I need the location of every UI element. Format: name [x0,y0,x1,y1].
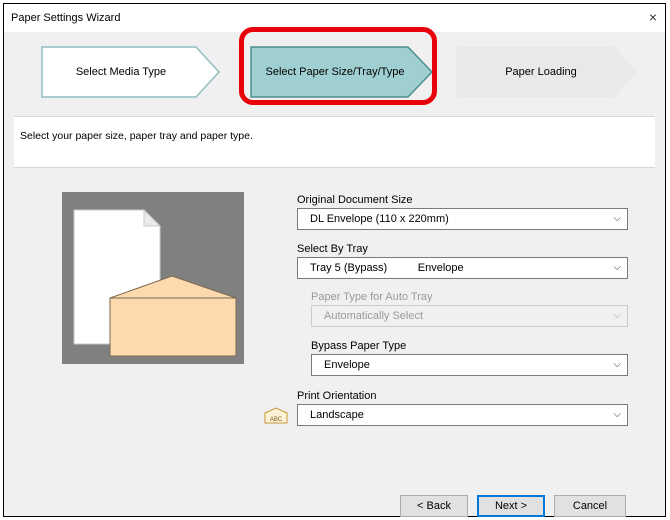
instruction-panel: Select your paper size, paper tray and p… [14,116,655,168]
select-by-tray-label: Select By Tray [297,243,368,255]
window-title: Paper Settings Wizard [11,12,121,24]
abc-icon-text: ABC [270,417,283,423]
annotation-highlight-box [239,27,437,105]
print-orientation-label: Print Orientation [297,390,377,402]
bypass-paper-type-value: Envelope [324,359,370,371]
print-orientation-value: Landscape [310,409,364,421]
step-label: Paper Loading [505,66,577,78]
paper-type-auto-dropdown: Automatically Select ⌵ [311,305,628,327]
back-button[interactable]: < Back [400,495,468,517]
original-size-dropdown[interactable]: DL Envelope (110 x 220mm) ⌵ [297,208,628,230]
step-select-media-type: Select Media Type [41,46,221,98]
wizard-window: Paper Settings Wizard × Select Media Typ… [3,3,666,517]
select-by-tray-value: Tray 5 (Bypass) Envelope [310,262,464,274]
chevron-down-icon: ⌵ [613,262,621,273]
select-by-tray-dropdown[interactable]: Tray 5 (Bypass) Envelope ⌵ [297,257,628,279]
envelope-preview-image [62,192,244,364]
envelope-illustration [73,208,237,357]
original-size-label: Original Document Size [297,194,413,206]
abc-landscape-icon: ABC [264,407,288,424]
step-label: Select Media Type [75,66,167,78]
close-icon[interactable]: × [649,9,657,25]
next-button[interactable]: Next > [477,495,545,517]
paper-type-auto-value: Automatically Select [324,310,424,322]
bypass-paper-type-dropdown[interactable]: Envelope ⌵ [311,354,628,376]
paper-type-auto-label: Paper Type for Auto Tray [311,291,433,303]
step-paper-loading: Paper Loading [456,46,638,98]
cancel-button[interactable]: Cancel [554,495,626,517]
bypass-paper-type-label: Bypass Paper Type [311,340,407,352]
instruction-text: Select your paper size, paper tray and p… [20,130,253,142]
chevron-down-icon: ⌵ [613,310,621,321]
original-size-value: DL Envelope (110 x 220mm) [310,213,449,225]
chevron-down-icon: ⌵ [613,359,621,370]
chevron-down-icon: ⌵ [613,409,621,420]
print-orientation-dropdown[interactable]: Landscape ⌵ [297,404,628,426]
chevron-down-icon: ⌵ [613,213,621,224]
